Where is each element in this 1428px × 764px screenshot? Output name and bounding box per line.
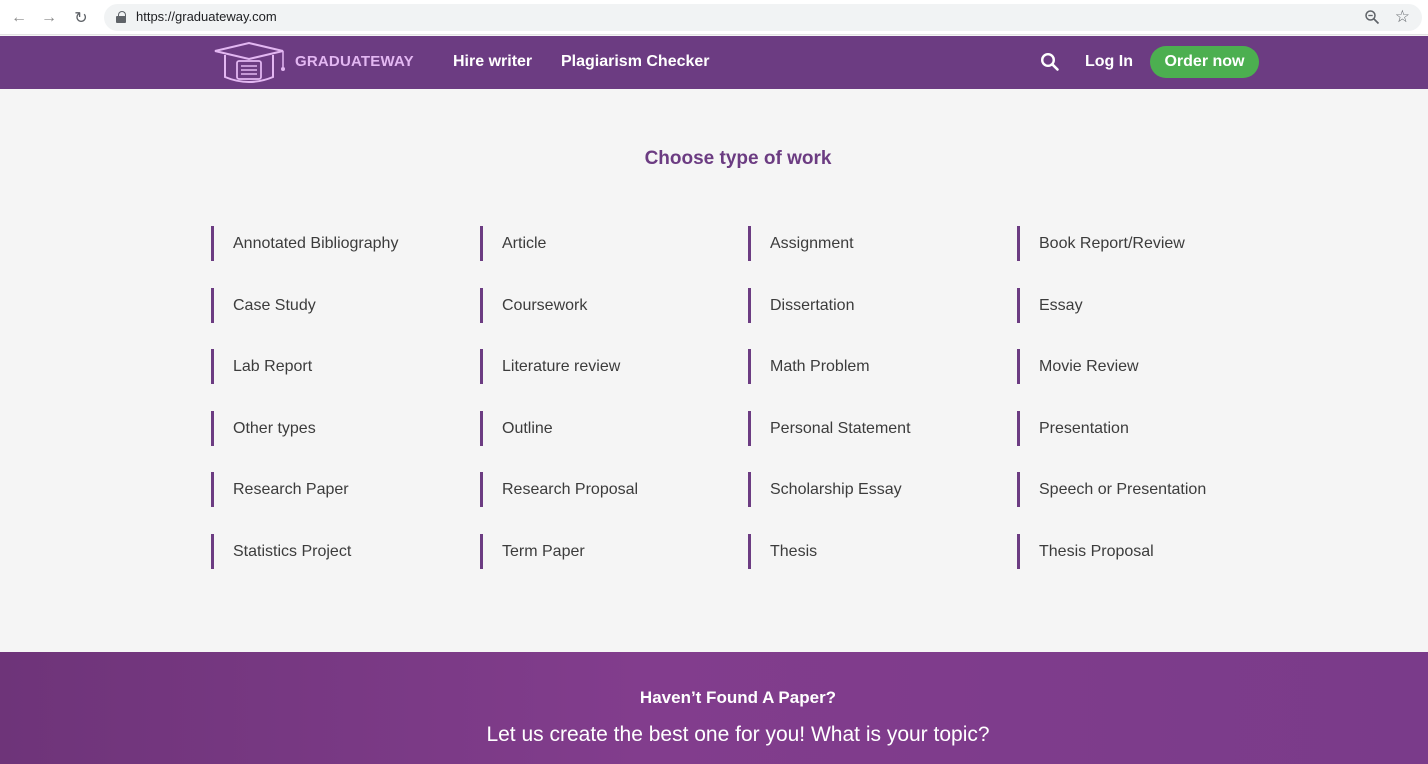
work-type-link[interactable]: Literature review — [480, 349, 620, 384]
logo-text[interactable]: GRADUATEWAY — [295, 53, 414, 70]
login-link[interactable]: Log In — [1085, 53, 1133, 71]
zoom-icon[interactable] — [1364, 9, 1380, 25]
bookmark-star-icon[interactable]: ☆ — [1395, 7, 1410, 27]
work-type-link[interactable]: Article — [480, 226, 546, 261]
work-type-link[interactable]: Math Problem — [748, 349, 870, 384]
url-text[interactable]: https://graduateway.com — [136, 9, 277, 24]
forward-arrow-icon[interactable]: → — [38, 7, 60, 29]
work-type-link[interactable]: Term Paper — [480, 534, 585, 569]
work-type-link[interactable]: Research Paper — [211, 472, 349, 507]
work-type-link[interactable]: Other types — [211, 411, 316, 446]
search-icon[interactable] — [1040, 52, 1060, 72]
work-type-link[interactable]: Essay — [1017, 288, 1083, 323]
nav-plagiarism-checker[interactable]: Plagiarism Checker — [561, 53, 710, 71]
browser-toolbar: ← → ↻ https://graduateway.com ☆ — [0, 0, 1428, 35]
work-type-link[interactable]: Personal Statement — [748, 411, 911, 446]
work-type-link[interactable]: Speech or Presentation — [1017, 472, 1206, 507]
cta-banner: Haven’t Found A Paper? Let us create the… — [0, 652, 1428, 764]
graduation-cap-logo-icon[interactable] — [211, 41, 291, 85]
work-type-link[interactable]: Assignment — [748, 226, 854, 261]
work-type-link[interactable]: Case Study — [211, 288, 316, 323]
reload-icon[interactable]: ↻ — [70, 7, 92, 29]
work-type-link[interactable]: Dissertation — [748, 288, 854, 323]
work-type-link[interactable]: Book Report/Review — [1017, 226, 1185, 261]
work-type-link[interactable]: Annotated Bibliography — [211, 226, 398, 261]
section-title: Choose type of work — [644, 148, 832, 169]
work-type-link[interactable]: Presentation — [1017, 411, 1129, 446]
work-type-link[interactable]: Movie Review — [1017, 349, 1139, 384]
work-type-link[interactable]: Lab Report — [211, 349, 312, 384]
work-type-link[interactable]: Coursework — [480, 288, 587, 323]
banner-subtitle: Let us create the best one for you! What… — [486, 723, 990, 746]
work-type-link[interactable]: Outline — [480, 411, 553, 446]
work-type-link[interactable]: Thesis Proposal — [1017, 534, 1154, 569]
banner-title: Haven’t Found A Paper? — [639, 688, 837, 707]
order-now-button[interactable]: Order now — [1150, 46, 1259, 78]
back-arrow-icon[interactable]: ← — [8, 7, 30, 29]
work-type-link[interactable]: Scholarship Essay — [748, 472, 902, 507]
site-header: GRADUATEWAY Hire writer Plagiarism Check… — [0, 36, 1428, 89]
work-type-link[interactable]: Research Proposal — [480, 472, 638, 507]
work-type-link[interactable]: Statistics Project — [211, 534, 351, 569]
address-bar[interactable]: https://graduateway.com ☆ — [104, 4, 1422, 31]
nav-hire-writer[interactable]: Hire writer — [453, 53, 532, 71]
lock-icon — [116, 11, 126, 23]
work-type-link[interactable]: Thesis — [748, 534, 817, 569]
